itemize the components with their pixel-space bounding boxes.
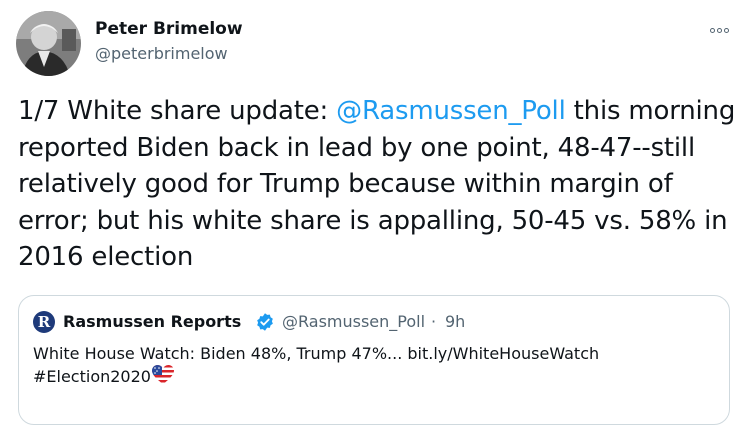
author-handle[interactable]: @peterbrimelow bbox=[95, 43, 228, 65]
verified-badge-icon bbox=[257, 313, 273, 331]
quoted-author-name[interactable]: Rasmussen Reports bbox=[63, 312, 241, 332]
quoted-avatar-letter: R bbox=[37, 313, 51, 331]
quoted-text-line1: White House Watch: Biden 48%, Trump 47%.… bbox=[33, 344, 600, 363]
us-flag-heart-emoji bbox=[151, 365, 174, 384]
author-avatar[interactable] bbox=[16, 11, 81, 76]
tweet-text: 1/7 White share update: @Rasmussen_Poll … bbox=[18, 93, 738, 276]
mention-link[interactable]: @Rasmussen_Poll bbox=[336, 96, 566, 126]
quoted-author-avatar[interactable]: R bbox=[33, 311, 55, 333]
author-name[interactable]: Peter Brimelow bbox=[95, 18, 243, 40]
tweet-text-intro: 1/7 White share update: bbox=[18, 96, 337, 126]
quoted-tweet-card[interactable]: R Rasmussen Reports @Rasmussen_Poll · 9h… bbox=[18, 295, 730, 425]
separator-dot: · bbox=[431, 312, 437, 331]
quoted-text-line2: #Election2020 bbox=[33, 365, 713, 388]
quoted-timestamp[interactable]: 9h bbox=[445, 312, 465, 332]
quoted-author-handle[interactable]: @Rasmussen_Poll bbox=[282, 312, 425, 332]
quoted-tweet-text: White House Watch: Biden 48%, Trump 47%.… bbox=[33, 342, 713, 388]
more-options-icon[interactable] bbox=[706, 20, 732, 40]
hashtag[interactable]: #Election2020 bbox=[33, 367, 151, 386]
